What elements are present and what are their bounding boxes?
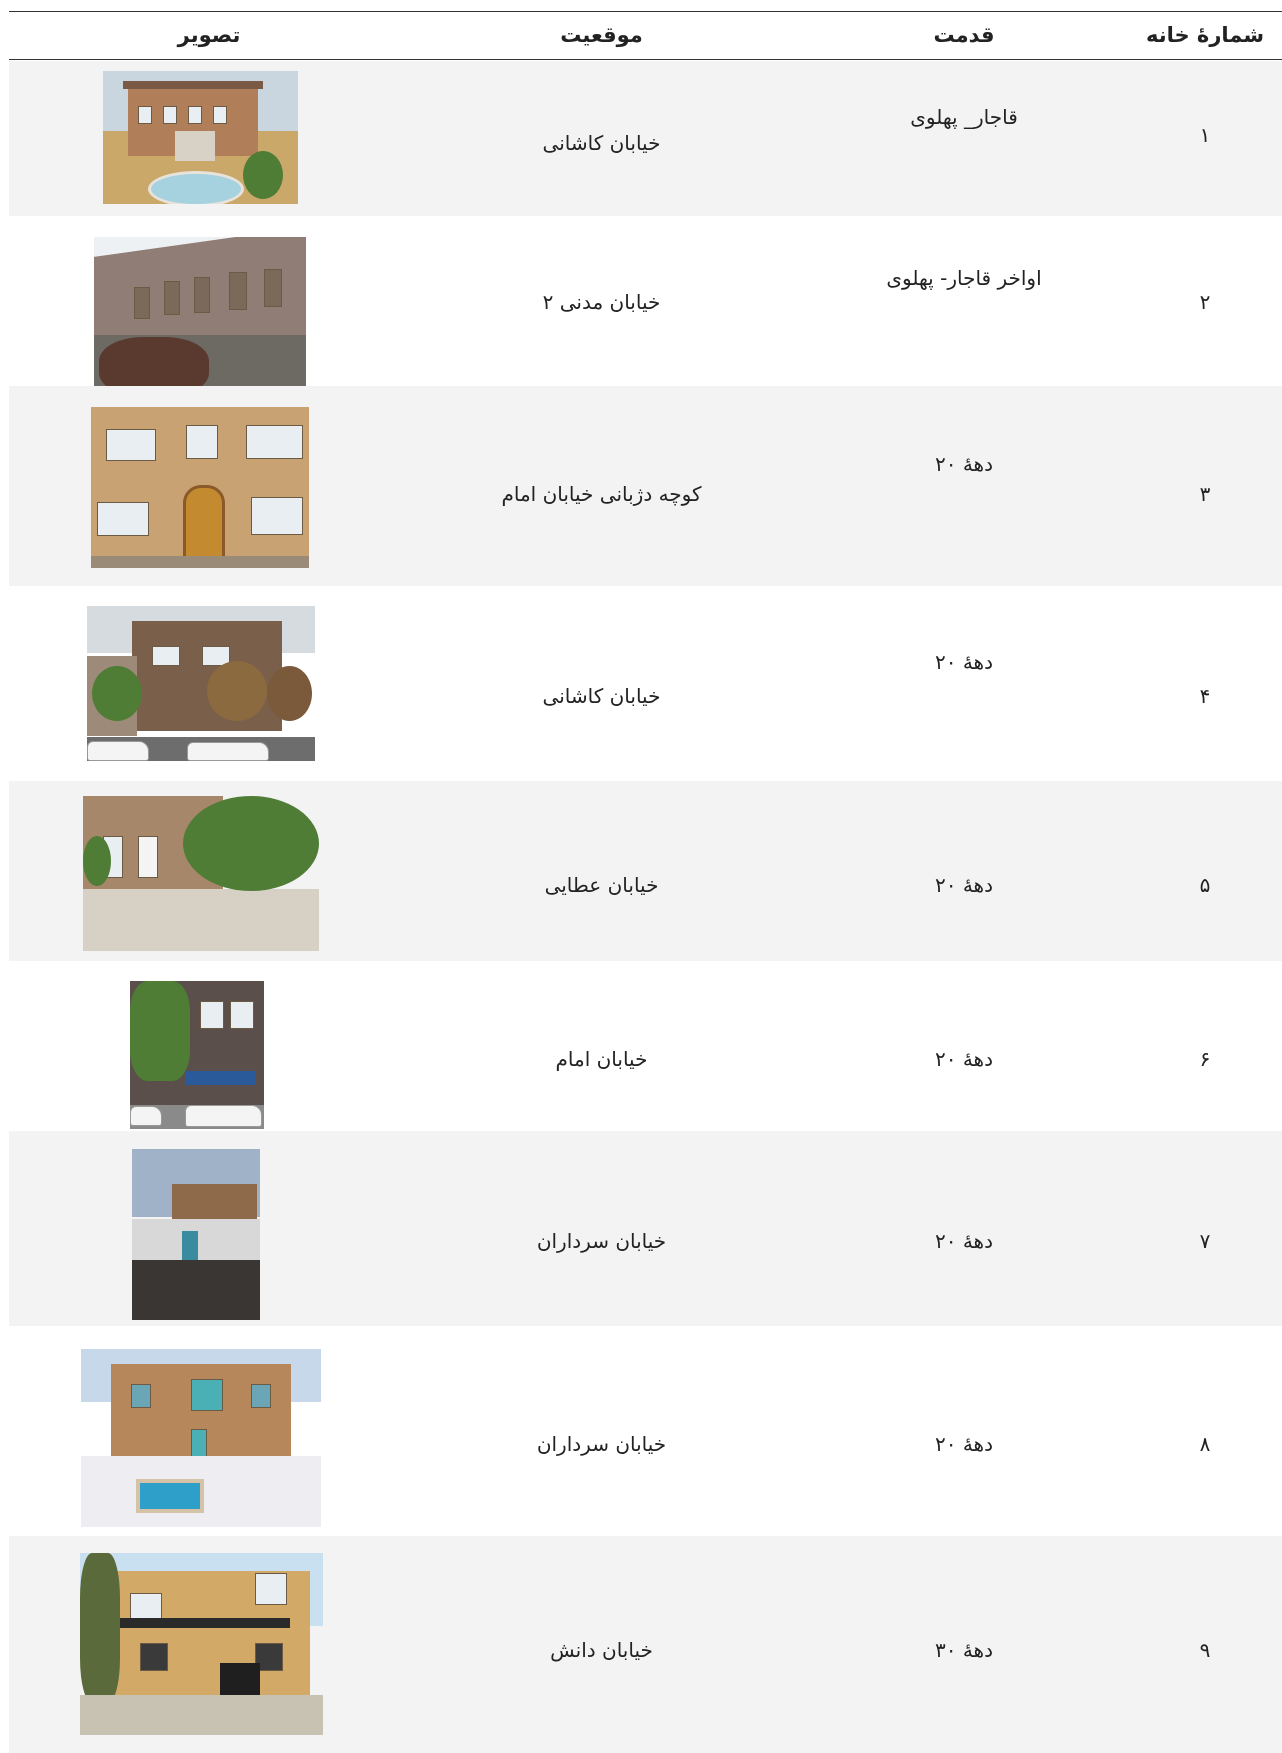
house-7-photo <box>132 1149 260 1320</box>
row-location: کوچه دژبانی خیابان امام <box>501 482 702 506</box>
row-location: خیابان مدنی ۲ <box>542 290 661 314</box>
row-age: دههٔ ۳۰ <box>934 1638 994 1662</box>
row-location: خیابان عطایی <box>544 873 659 897</box>
table-row: ۶ دههٔ ۲۰ خیابان امام <box>9 961 1282 1131</box>
row-location: خیابان سرداران <box>536 1229 667 1253</box>
row-number: ۸ <box>1199 1432 1211 1456</box>
row-number: ۳ <box>1199 482 1211 506</box>
row-age: دههٔ ۲۰ <box>934 650 994 674</box>
row-age: قاجار_ پهلوی <box>910 105 1018 129</box>
row-location: خیابان امام <box>555 1047 648 1071</box>
table-row: ۷ دههٔ ۲۰ خیابان سرداران <box>9 1131 1282 1326</box>
table-header-rule <box>9 59 1282 60</box>
house-9-photo <box>80 1553 323 1735</box>
house-4-photo <box>87 606 315 761</box>
table-row: ۱ قاجار_ پهلوی خیابان کاشانی <box>9 61 1282 216</box>
house-1-photo <box>103 71 298 204</box>
row-age: دههٔ ۲۰ <box>934 873 994 897</box>
row-number: ۱ <box>1199 123 1211 147</box>
house-2-photo <box>94 237 306 387</box>
table-row: ۸ دههٔ ۲۰ خیابان سرداران <box>9 1326 1282 1536</box>
house-5-photo <box>83 796 319 951</box>
row-location: خیابان کاشانی <box>542 684 661 708</box>
house-3-photo <box>91 407 309 568</box>
table-row: ۵ دههٔ ۲۰ خیابان عطایی <box>9 781 1282 961</box>
header-location: موقعیت <box>560 23 643 47</box>
row-location: خیابان دانش <box>550 1638 653 1662</box>
table-row: ۹ دههٔ ۳۰ خیابان دانش <box>9 1536 1282 1753</box>
row-number: ۴ <box>1199 684 1211 708</box>
header-number: شمارهٔ خانه <box>1145 23 1265 47</box>
row-number: ۵ <box>1199 873 1211 897</box>
row-age: دههٔ ۲۰ <box>934 452 994 476</box>
row-age: دههٔ ۲۰ <box>934 1229 994 1253</box>
table-header: شمارهٔ خانه قدمت موقعیت تصویر <box>9 11 1282 59</box>
row-location: خیابان سرداران <box>536 1432 667 1456</box>
table-row: ۲ اواخر قاجار- پهلوی خیابان مدنی ۲ <box>9 216 1282 387</box>
header-age: قدمت <box>933 23 995 47</box>
row-age: اواخر قاجار- پهلوی <box>886 266 1042 290</box>
row-number: ۹ <box>1199 1638 1211 1662</box>
table-row: ۳ دههٔ ۲۰ کوچه دژبانی خیابان امام <box>9 386 1282 586</box>
row-number: ۷ <box>1199 1229 1211 1253</box>
row-location: خیابان کاشانی <box>542 131 661 155</box>
row-number: ۶ <box>1199 1047 1211 1071</box>
row-age: دههٔ ۲۰ <box>934 1047 994 1071</box>
house-6-photo <box>130 981 264 1129</box>
header-image: تصویر <box>177 23 241 47</box>
row-number: ۲ <box>1199 290 1211 314</box>
house-8-photo <box>81 1349 321 1527</box>
table-row: ۴ دههٔ ۲۰ خیابان کاشانی <box>9 586 1282 781</box>
row-age: دههٔ ۲۰ <box>934 1432 994 1456</box>
